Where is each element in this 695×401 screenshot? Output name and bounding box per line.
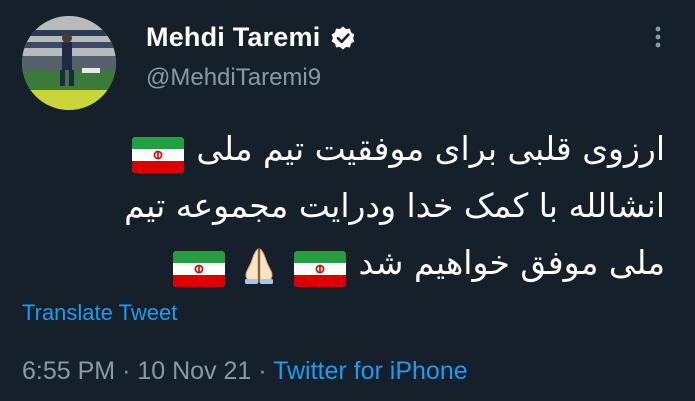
tweet-line-1: ارزوی قلبی برای موفقیت تیم ملی xyxy=(25,120,665,177)
meta-separator: · xyxy=(122,357,131,385)
iran-flag-icon xyxy=(172,247,225,287)
iran-flag-icon xyxy=(293,247,346,287)
verified-badge-icon xyxy=(330,25,356,51)
avatar[interactable] xyxy=(22,16,116,110)
tweet-time[interactable]: 6:55 PM xyxy=(22,357,115,385)
tweet-text: ارزوی قلبی برای موفقیت تیم ملی انشالله ب… xyxy=(25,120,665,291)
tweet-card: Mehdi Taremi @MehdiTaremi9 ارزوی قلبی بر… xyxy=(0,0,695,401)
tweet-meta: 6:55 PM · 10 Nov 21 · Twitter for iPhone xyxy=(22,357,468,386)
tweet-date[interactable]: 10 Nov 21 xyxy=(137,357,251,385)
author-display-name[interactable]: Mehdi Taremi xyxy=(146,22,320,53)
iran-flag-icon xyxy=(131,133,184,173)
more-vertical-icon[interactable] xyxy=(650,25,666,51)
folded-hands-icon xyxy=(239,245,279,285)
meta-separator: · xyxy=(258,357,267,385)
tweet-source-link[interactable]: Twitter for iPhone xyxy=(273,357,468,385)
author-handle[interactable]: @MehdiTaremi9 xyxy=(146,64,321,92)
tweet-line-2: انشالله با کمک خدا ودرایت مجموعه تیم xyxy=(124,186,665,225)
tweet-line-3-text: ملی موفق خواهیم شد xyxy=(358,243,665,282)
tweet-line-3: ملی موفق خواهیم شد xyxy=(25,234,665,291)
avatar-image xyxy=(22,16,116,110)
translate-tweet-link[interactable]: Translate Tweet xyxy=(22,300,177,326)
author-name-row: Mehdi Taremi xyxy=(146,22,356,53)
tweet-line-1-text: ارزوی قلبی برای موفقیت تیم ملی xyxy=(196,129,665,168)
